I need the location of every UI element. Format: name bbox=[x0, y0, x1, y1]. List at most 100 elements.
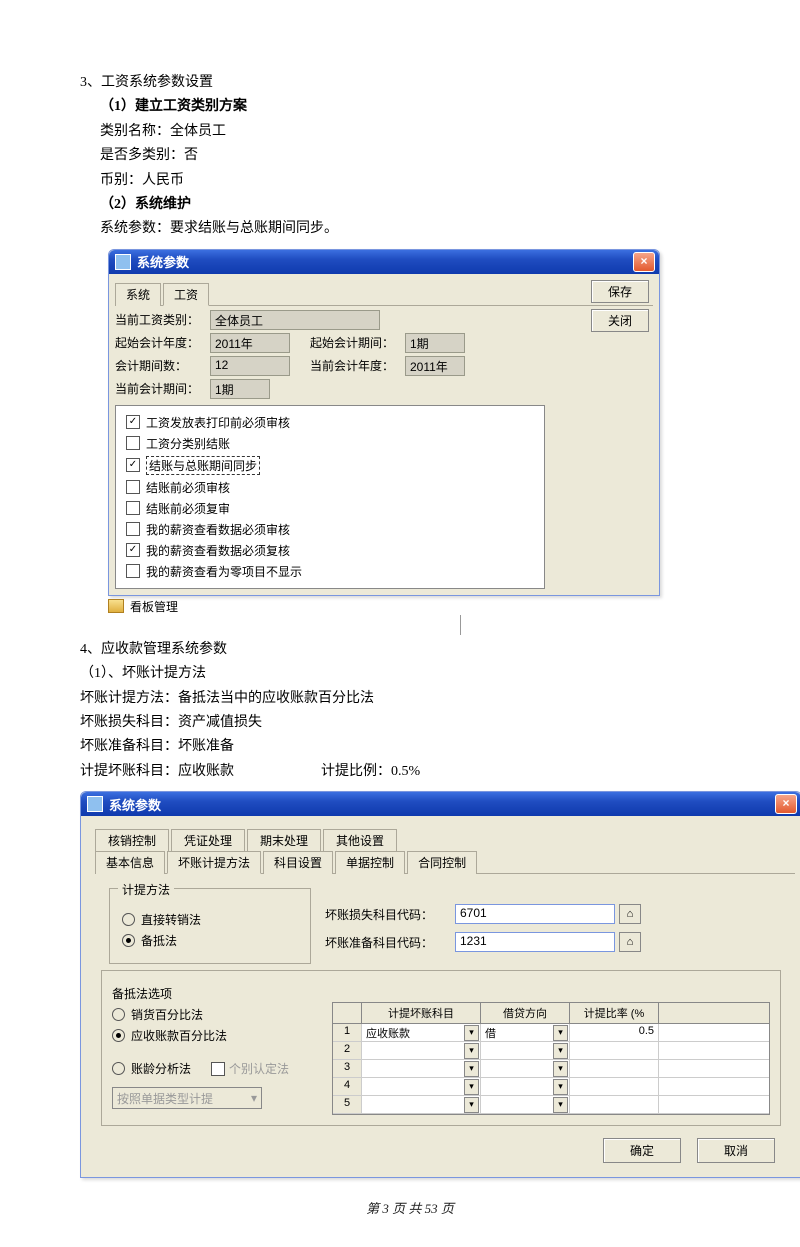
close-icon[interactable]: × bbox=[633, 252, 655, 272]
multi-category: 是否多类别：否 bbox=[100, 145, 740, 167]
lookup-icon[interactable]: ⌂ bbox=[619, 932, 641, 952]
tab-baddebt-method[interactable]: 坏账计提方法 bbox=[167, 851, 261, 874]
check-label: 我的薪资查看数据必须复核 bbox=[146, 542, 290, 559]
tab-doc-control[interactable]: 单据控制 bbox=[335, 851, 405, 874]
chevron-down-icon[interactable]: ▾ bbox=[464, 1025, 479, 1041]
tab-basic[interactable]: 基本信息 bbox=[95, 851, 165, 874]
titlebar[interactable]: 系统参数 × bbox=[109, 250, 659, 274]
radio-icon[interactable] bbox=[112, 1029, 125, 1042]
currency: 币别：人民币 bbox=[100, 170, 740, 192]
tab-system[interactable]: 系统 bbox=[115, 283, 161, 306]
label-current-period: 当前会计期间： bbox=[115, 380, 210, 397]
chevron-down-icon[interactable]: ▾ bbox=[553, 1079, 568, 1095]
radio-icon[interactable] bbox=[122, 913, 135, 926]
chevron-down-icon[interactable]: ▾ bbox=[464, 1079, 479, 1095]
radio-icon[interactable] bbox=[112, 1008, 125, 1021]
th-direction: 借贷方向 bbox=[481, 1003, 570, 1023]
radio-icon[interactable] bbox=[122, 934, 135, 947]
checkbox-icon[interactable] bbox=[126, 436, 140, 450]
radio-allowance[interactable]: 备抵法 bbox=[122, 932, 298, 949]
provision-table[interactable]: 计提坏账科目 借贷方向 计提比率 (% 1 应收账款▾ 借▾ 0.5 bbox=[332, 1002, 770, 1115]
label-period-count: 会计期间数： bbox=[115, 357, 210, 374]
loss-line: 坏账损失科目：资产减值损失 bbox=[80, 712, 740, 734]
checkbox-icon bbox=[211, 1062, 225, 1076]
tab-voucher[interactable]: 凭证处理 bbox=[171, 829, 245, 851]
chevron-down-icon[interactable]: ▾ bbox=[464, 1097, 479, 1113]
lookup-icon[interactable]: ⌂ bbox=[619, 904, 641, 924]
allowance-options-group: 备抵法选项 销货百分比法 应收账款百分比法 账龄分析法 个别认定法 bbox=[101, 970, 781, 1126]
chevron-down-icon[interactable]: ▾ bbox=[464, 1061, 479, 1077]
kanban-label: 看板管理 bbox=[130, 598, 178, 615]
method-line: 坏账计提方法：备抵法当中的应收账款百分比法 bbox=[80, 688, 740, 710]
check-row[interactable]: 工资发放表打印前必须审核 bbox=[126, 412, 534, 433]
check-label: 我的薪资查看为零项目不显示 bbox=[146, 563, 302, 580]
input-loss-code[interactable]: 6701 bbox=[455, 904, 615, 924]
page-footer: 第 3 页 共 53 页 bbox=[80, 1198, 740, 1217]
titlebar[interactable]: 系统参数 × bbox=[81, 792, 800, 816]
tab-subject[interactable]: 科目设置 bbox=[263, 851, 333, 874]
radio-direct[interactable]: 直接转销法 bbox=[122, 911, 298, 928]
chevron-down-icon[interactable]: ▾ bbox=[553, 1025, 568, 1041]
tab-contract[interactable]: 合同控制 bbox=[407, 851, 477, 874]
tab-hexiao[interactable]: 核销控制 bbox=[95, 829, 169, 851]
category-name: 类别名称：全体员工 bbox=[100, 121, 740, 143]
chevron-down-icon[interactable]: ▾ bbox=[553, 1061, 568, 1077]
checkbox-icon[interactable] bbox=[126, 564, 140, 578]
checkbox-icon[interactable] bbox=[126, 415, 140, 429]
radio-aging[interactable]: 账龄分析法 个别认定法 bbox=[112, 1060, 332, 1077]
label-current-year: 当前会计年度： bbox=[310, 357, 405, 374]
system-param-window2: 系统参数 × 核销控制 凭证处理 期末处理 其他设置 基本信息 坏账计提方法 科… bbox=[80, 791, 800, 1178]
field-current-period: 1期 bbox=[210, 379, 270, 399]
close-button[interactable]: 关闭 bbox=[591, 309, 649, 332]
label-start-period: 起始会计期间： bbox=[310, 334, 405, 351]
table-row[interactable]: 2 ▾ ▾ bbox=[333, 1042, 769, 1060]
checkbox-icon[interactable] bbox=[126, 458, 140, 472]
check-row[interactable]: 结账前必须复审 bbox=[126, 498, 534, 519]
close-icon[interactable]: × bbox=[775, 794, 797, 814]
cancel-button[interactable]: 取消 bbox=[697, 1138, 775, 1163]
section3-1: （1）建立工资类别方案 bbox=[100, 96, 740, 118]
check-label: 结账前必须审核 bbox=[146, 479, 230, 496]
check-row[interactable]: 工资分类别结账 bbox=[126, 433, 534, 454]
tab-other[interactable]: 其他设置 bbox=[323, 829, 397, 851]
table-row[interactable]: 5 ▾ ▾ bbox=[333, 1096, 769, 1114]
label-current-category: 当前工资类别： bbox=[115, 311, 210, 328]
check-row[interactable]: 我的薪资查看数据必须复核 bbox=[126, 540, 534, 561]
account-ratio-line: 计提坏账科目：应收账款 计提比例：0.5% bbox=[80, 761, 740, 783]
input-reserve-code[interactable]: 1231 bbox=[455, 932, 615, 952]
tab-period-end[interactable]: 期末处理 bbox=[247, 829, 321, 851]
checkbox-list: 工资发放表打印前必须审核 工资分类别结账 结账与总账期间同步 结账前必须审核 结… bbox=[115, 405, 545, 589]
checkbox-icon[interactable] bbox=[126, 480, 140, 494]
check-label: 我的薪资查看数据必须审核 bbox=[146, 521, 290, 538]
backup-legend: 备抵法选项 bbox=[112, 985, 770, 1002]
radio-sales-pct[interactable]: 销货百分比法 bbox=[112, 1006, 332, 1023]
chevron-down-icon[interactable]: ▾ bbox=[553, 1097, 568, 1113]
label-individual: 个别认定法 bbox=[229, 1060, 289, 1077]
app-icon bbox=[115, 254, 131, 270]
label-loss-code: 坏账损失科目代码： bbox=[325, 906, 455, 923]
checkbox-icon[interactable] bbox=[126, 543, 140, 557]
table-row[interactable]: 4 ▾ ▾ bbox=[333, 1078, 769, 1096]
ok-button[interactable]: 确定 bbox=[603, 1138, 681, 1163]
check-row[interactable]: 我的薪资查看为零项目不显示 bbox=[126, 561, 534, 582]
dropdown-by-doctype: 按照单据类型计提 ▾ bbox=[112, 1087, 262, 1109]
checkbox-icon[interactable] bbox=[126, 501, 140, 515]
th-rate: 计提比率 (% bbox=[570, 1003, 659, 1023]
check-row[interactable]: 结账与总账期间同步 bbox=[126, 454, 534, 477]
kanban-item[interactable]: 看板管理 bbox=[108, 598, 740, 615]
radio-ar-pct[interactable]: 应收账款百分比法 bbox=[112, 1027, 332, 1044]
chevron-down-icon[interactable]: ▾ bbox=[553, 1043, 568, 1059]
section4-title: 4、应收款管理系统参数 bbox=[80, 639, 740, 661]
radio-icon[interactable] bbox=[112, 1062, 125, 1075]
save-button[interactable]: 保存 bbox=[591, 280, 649, 303]
table-row[interactable]: 3 ▾ ▾ bbox=[333, 1060, 769, 1078]
reserve-line: 坏账准备科目：坏账准备 bbox=[80, 736, 740, 758]
check-row[interactable]: 我的薪资查看数据必须审核 bbox=[126, 519, 534, 540]
chevron-down-icon[interactable]: ▾ bbox=[464, 1043, 479, 1059]
checkbox-icon[interactable] bbox=[126, 522, 140, 536]
table-row[interactable]: 1 应收账款▾ 借▾ 0.5 bbox=[333, 1024, 769, 1042]
check-label: 工资发放表打印前必须审核 bbox=[146, 414, 290, 431]
tab-salary[interactable]: 工资 bbox=[163, 283, 209, 306]
check-row[interactable]: 结账前必须审核 bbox=[126, 477, 534, 498]
method-legend: 计提方法 bbox=[118, 881, 174, 898]
